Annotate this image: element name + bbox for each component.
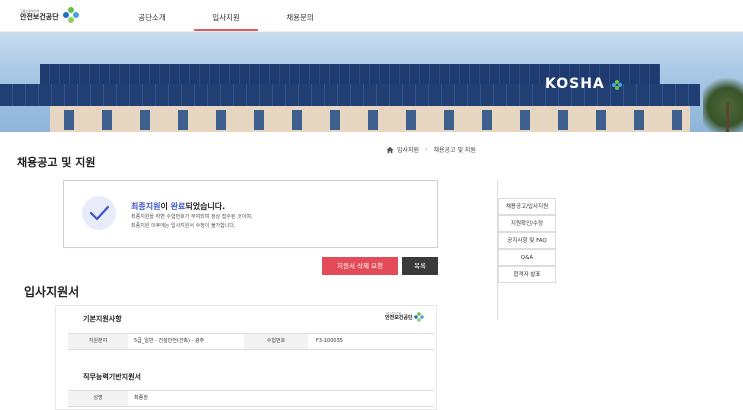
field-row: 지원분야 5급_일반 - 건설안전(건축) - 광주 수험번호 F3-10003…	[68, 333, 434, 350]
name-row: 성명 최종권	[68, 390, 434, 407]
side-item-notice-faq[interactable]: 공지사항 및 FAQ	[498, 232, 556, 249]
hero-banner: KOSHA	[0, 32, 743, 132]
list-button[interactable]: 목록	[402, 257, 438, 275]
application-title: 입사지원서	[24, 285, 80, 299]
delete-request-button[interactable]: 지원서 삭제 요청	[322, 257, 398, 275]
side-item-qna[interactable]: Q&A	[498, 249, 556, 266]
form-logo: 고용노동부산하 안전보건공단	[385, 312, 424, 322]
breadcrumb-current[interactable]: 채용공고 및 지원	[434, 145, 476, 154]
completion-title-end: 되었습니다.	[185, 202, 226, 211]
nav-item-inquiry[interactable]: 채용문의	[268, 0, 332, 32]
logo-name: 안전보건공단	[20, 12, 59, 21]
tree-decoration	[703, 72, 743, 132]
completion-title-highlight2: 완료	[170, 202, 186, 211]
completion-notice: 최종지원이 완료되었습니다. 최종지원을 하면 수험번호가 부여되며 정상 접수…	[63, 180, 438, 248]
completion-desc-line2: 최종지원 이후에는 입사지원서 수정이 불가합니다.	[131, 223, 236, 229]
competency-section-title: 직무능력기반지원서	[83, 373, 141, 381]
field-label: 지원분야	[68, 334, 128, 349]
logo-mark-icon	[62, 7, 79, 23]
name-label: 성명	[68, 391, 128, 406]
page-title: 채용공고 및 지원	[17, 156, 96, 169]
tree-trunk	[726, 102, 729, 132]
basic-section-title: 기본지원사항	[83, 315, 122, 323]
site-header: 고용노동부산하 안전보건공단 공단소개 입사지원 채용문의	[0, 0, 743, 32]
side-item-results[interactable]: 합격자 발표	[498, 266, 556, 283]
nav-item-about[interactable]: 공단소개	[120, 0, 184, 32]
completion-title-highlight: 최종지원	[131, 202, 161, 211]
check-icon	[82, 196, 116, 230]
home-icon[interactable]	[386, 146, 394, 154]
breadcrumb-home[interactable]: 입사지원	[397, 145, 419, 154]
side-item-check-edit[interactable]: 지원확인/수정	[498, 215, 556, 232]
breadcrumb-separator: ›	[425, 146, 428, 153]
side-item-postings[interactable]: 채용공고/입사지원	[498, 198, 556, 215]
breadcrumb: 입사지원 › 채용공고 및 지원	[386, 145, 476, 154]
main-nav: 공단소개 입사지원 채용문의	[120, 0, 332, 32]
nav-item-apply[interactable]: 입사지원	[194, 0, 258, 32]
completion-title-mid: 이	[160, 202, 171, 211]
form-logo-mark-icon	[413, 312, 424, 322]
building-windows	[50, 110, 690, 130]
exam-label: 수험번호	[244, 334, 308, 349]
kosha-mark-icon	[612, 80, 622, 90]
completion-desc-line1: 최종지원을 하면 수험번호가 부여되며 정상 접수된 것이며,	[131, 214, 253, 220]
site-logo[interactable]: 고용노동부산하 안전보건공단	[20, 7, 79, 23]
exam-value: F3-100035	[316, 338, 343, 344]
completion-title: 최종지원이 완료되었습니다.	[131, 201, 225, 212]
side-menu: 채용공고/입사지원 지원확인/수정 공지사항 및 FAQ Q&A 합격자 발표	[497, 180, 557, 320]
kosha-sign: KOSHA	[545, 76, 605, 92]
name-value: 최종권	[134, 395, 148, 401]
field-value: 5급_일반 - 건설안전(건축) - 광주	[134, 338, 205, 344]
form-logo-name: 안전보건공단	[385, 314, 413, 321]
